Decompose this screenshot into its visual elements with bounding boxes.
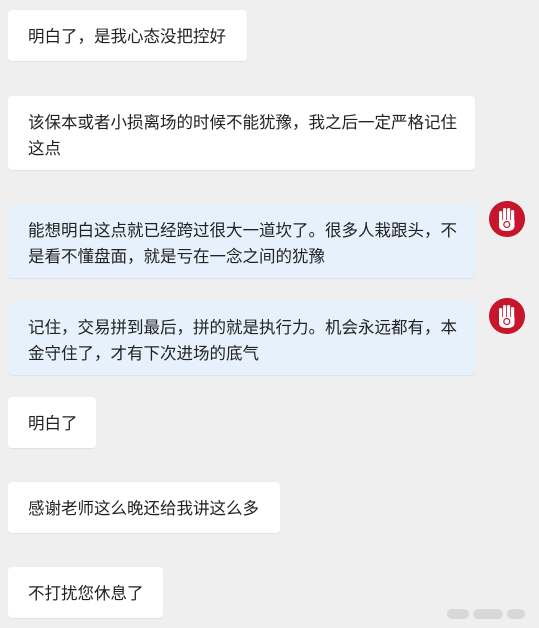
chat-message-user: 该保本或者小损离场的时候不能犹豫，我之后一定严格记住这点 bbox=[8, 96, 475, 170]
message-text: 明白了 bbox=[28, 414, 78, 433]
message-text: 明白了，是我心态没把控好 bbox=[28, 27, 226, 46]
chat-message-teacher: 能想明白这点就已经跨过很大一道坎了。很多人栽跟头，不是看不懂盘面，就是亏在一念之… bbox=[8, 204, 475, 278]
red-hand-stop-icon bbox=[489, 201, 525, 237]
message-text: 感谢老师这么晚还给我讲这么多 bbox=[28, 499, 259, 518]
chat-message-user: 不打扰您休息了 bbox=[8, 567, 163, 618]
message-text: 该保本或者小损离场的时候不能犹豫，我之后一定严格记住这点 bbox=[28, 113, 457, 158]
chat-message-user: 感谢老师这么晚还给我讲这么多 bbox=[8, 482, 280, 533]
chat-message-user: 明白了 bbox=[8, 397, 96, 448]
message-text: 能想明白这点就已经跨过很大一道坎了。很多人栽跟头，不是看不懂盘面，就是亏在一念之… bbox=[28, 221, 457, 266]
watermark bbox=[447, 606, 525, 622]
chat-message-teacher: 记住，交易拼到最后，拼的就是执行力。机会永远都有，本金守住了，才有下次进场的底气 bbox=[8, 301, 475, 375]
message-text: 记住，交易拼到最后，拼的就是执行力。机会永远都有，本金守住了，才有下次进场的底气 bbox=[28, 318, 457, 363]
chat-message-user: 明白了，是我心态没把控好 bbox=[8, 10, 247, 61]
teacher-avatar[interactable] bbox=[489, 298, 525, 334]
message-text: 不打扰您休息了 bbox=[28, 584, 144, 603]
red-hand-stop-icon bbox=[489, 298, 525, 334]
teacher-avatar[interactable] bbox=[489, 201, 525, 237]
